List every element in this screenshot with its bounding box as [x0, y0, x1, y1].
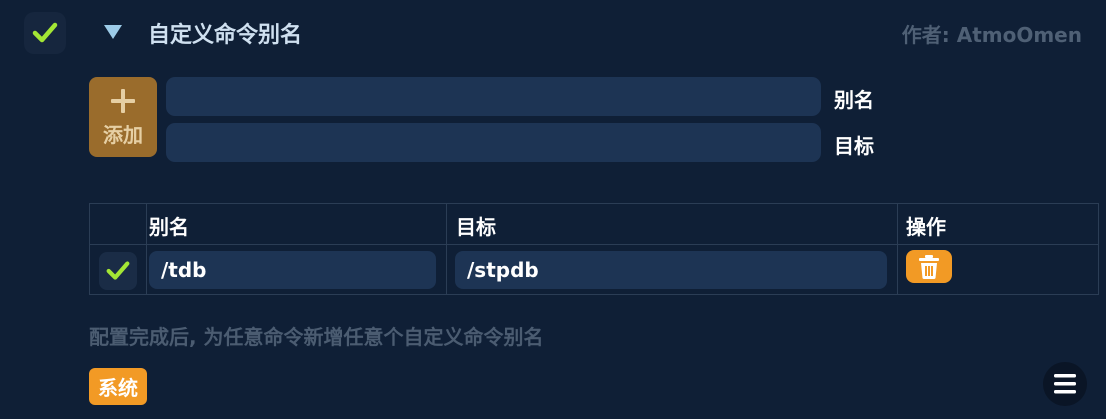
- column-header-action: 操作: [906, 215, 946, 239]
- plugin-title: 自定义命令别名: [148, 23, 303, 48]
- check-icon: [106, 261, 130, 280]
- column-header-alias: 别名: [149, 215, 189, 239]
- check-icon: [32, 22, 58, 43]
- target-input[interactable]: [166, 123, 821, 162]
- alias-input-label: 别名: [834, 88, 874, 112]
- column-header-target: 目标: [456, 215, 496, 239]
- table-divider: [146, 204, 147, 294]
- table-divider: [446, 204, 447, 294]
- row-target-field[interactable]: /stpdb: [455, 251, 887, 289]
- table-divider: [897, 204, 898, 294]
- alias-input[interactable]: [166, 77, 821, 116]
- system-badge: 系统: [89, 368, 147, 405]
- add-alias-button[interactable]: 添加: [89, 77, 157, 157]
- alias-table: 别名 目标 操作 /tdb /stpdb: [89, 203, 1099, 295]
- delete-row-button[interactable]: [906, 250, 952, 283]
- plus-icon: [111, 88, 135, 113]
- hamburger-menu-icon: [1054, 374, 1076, 394]
- target-input-label: 目标: [834, 134, 874, 158]
- hint-text: 配置完成后, 为任意命令新增任意个自定义命令别名: [89, 325, 544, 349]
- menu-button[interactable]: [1043, 362, 1087, 406]
- plugin-panel: 自定义命令别名 作者: AtmoOmen 添加 别名 目标 别名 目标 操作 /…: [0, 0, 1106, 419]
- triangle-down-icon[interactable]: [101, 20, 125, 44]
- trash-icon: [919, 254, 939, 279]
- author-label: 作者: AtmoOmen: [901, 23, 1082, 47]
- row-alias-field[interactable]: /tdb: [149, 251, 436, 289]
- plugin-enable-toggle[interactable]: [24, 12, 66, 54]
- table-divider: [90, 244, 1098, 245]
- add-button-label: 添加: [103, 122, 143, 147]
- row-enable-toggle[interactable]: [99, 252, 137, 290]
